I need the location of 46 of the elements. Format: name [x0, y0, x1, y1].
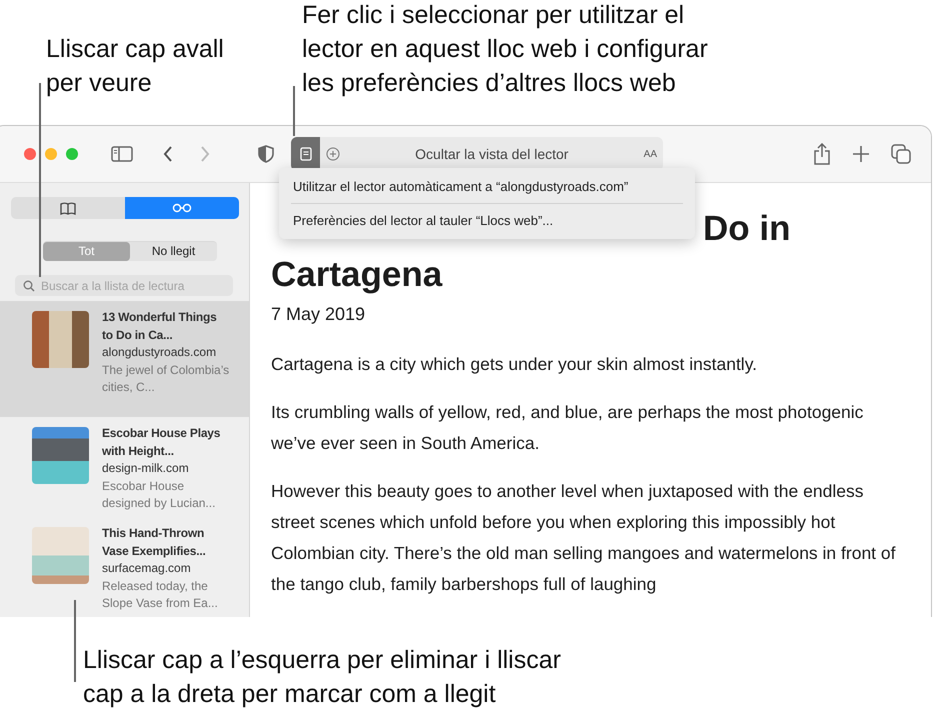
item-site: design-milk.com	[102, 460, 190, 477]
item-site: surfacemag.com	[102, 560, 192, 577]
article-title: Cartagena	[271, 254, 444, 296]
close-icon[interactable]	[24, 148, 36, 160]
reading-list-item[interactable]: Escobar House Plays with Height... design-milk.com Escobar House designed by Lucian...	[0, 417, 249, 517]
search-icon	[23, 280, 35, 292]
add-circle-icon[interactable]	[326, 147, 340, 161]
reading-list-item[interactable]: This Hand-Thrown Vase Exemplifies... surfacemag.com Released today, the Slope Vase from Ea...	[0, 517, 249, 617]
article-paragraph: However this beauty goes to another level when juxtaposed with the endless street scenes which unfold before you when exploring this impossibly hot Colombian city. There’s the old man selling mangoes and watermelons in front of the tango club, family barbershops full of laughing	[271, 480, 896, 596]
thumbnail-placeholder	[32, 527, 89, 584]
tabs-overview-icon[interactable]	[891, 144, 911, 164]
new-tab-icon[interactable]	[852, 145, 870, 163]
address-bar[interactable]: Ocultar la vista del lector AA	[291, 137, 663, 171]
reading-list-tab[interactable]	[125, 197, 239, 219]
article-paragraph: Cartagena is a city which gets under your skin almost instantly.	[271, 353, 758, 376]
callout-text: Lliscar cap avall per veure	[46, 34, 224, 99]
item-summary: Released today, the Slope Vase from Ea...	[102, 578, 219, 612]
reading-list-item[interactable]: 13 Wonderful Things to Do in Ca... alongdustyroads.com The jewel of Colombia’s cities, C...	[0, 301, 249, 417]
glasses-icon	[172, 203, 192, 213]
sidebar-icon[interactable]	[111, 146, 133, 162]
article-date: 7 May 2019	[271, 304, 366, 325]
back-icon[interactable]	[162, 145, 174, 163]
leader-line	[293, 86, 295, 136]
item-site: alongdustyroads.com	[102, 344, 218, 361]
article-paragraph: Its crumbling walls of yellow, red, and blue, are perhaps the most photogenic we’ve ever seen in South America.	[271, 401, 864, 455]
text-size-button[interactable]: AA	[644, 148, 657, 160]
item-title: This Hand-Thrown Vase Exemplifies...	[102, 525, 207, 560]
book-icon	[60, 202, 76, 214]
item-summary: Escobar House designed by Lucian...	[102, 478, 216, 512]
item-title: 13 Wonderful Things to Do in Ca...	[102, 309, 218, 344]
shield-icon[interactable]	[258, 145, 274, 163]
filter-tab[interactable]: No llegit	[130, 242, 217, 261]
share-icon[interactable]	[813, 143, 831, 165]
reader-button[interactable]	[291, 137, 320, 171]
thumbnail-placeholder	[32, 311, 89, 368]
callout-text: Lliscar cap a l’esquerra per eliminar i lliscar cap a la dreta per marcar com a llegit	[83, 645, 561, 710]
document-icon	[300, 147, 312, 161]
search-field[interactable]: Buscar a la llista de lectura	[15, 275, 233, 296]
menu-item[interactable]: Utilitzar el lector automàticament a “alongdustyroads.com”	[279, 172, 695, 201]
menu-item[interactable]: Preferències del lector al tauler “Llocs web”...	[279, 206, 695, 235]
item-summary: The jewel of Colombia’s cities, C...	[102, 362, 230, 396]
article-title: Do in	[703, 208, 790, 250]
item-title: Escobar House Plays with Height...	[102, 425, 222, 460]
callout-text: Fer clic i seleccionar per utilitzar el lector en aquest lloc web i configurar les preferències d’altres llocs web	[302, 0, 708, 99]
thumbnail-placeholder	[32, 427, 89, 484]
address-text: Ocultar la vista del lector	[414, 146, 570, 162]
